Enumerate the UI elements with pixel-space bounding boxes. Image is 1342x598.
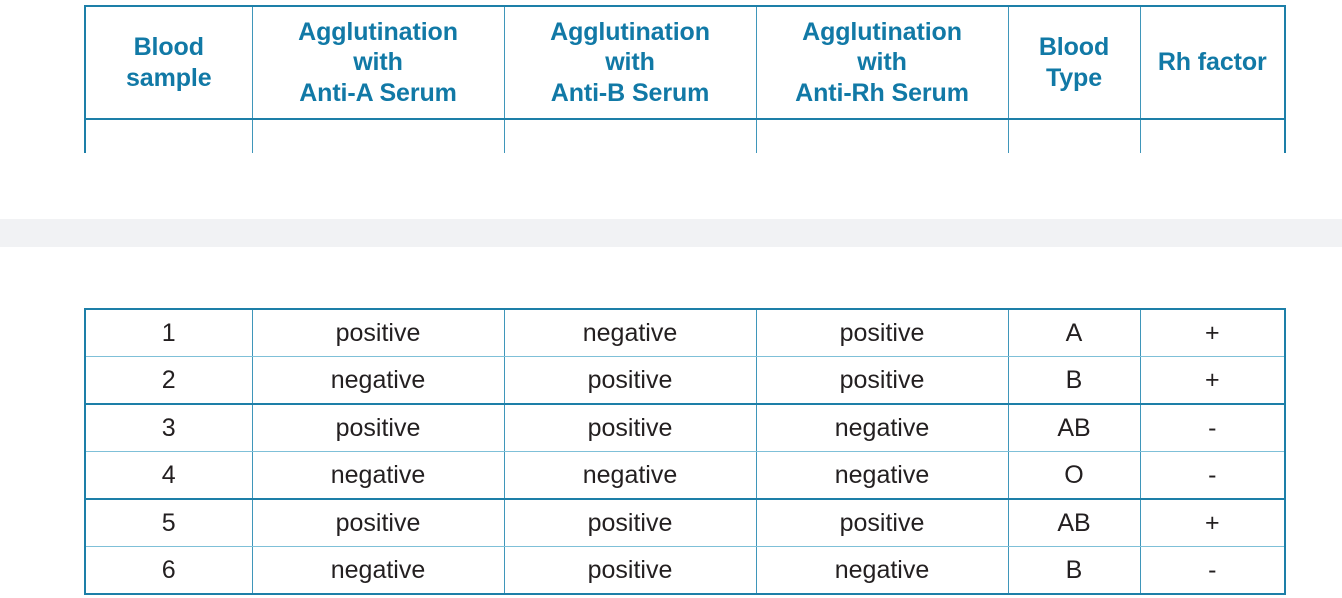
data-table-body: 1 positive negative positive A +2 negative posi… (84, 308, 1286, 595)
blank-cell-anti_a[interactable] (251, 119, 505, 153)
blank-cell-anti_b[interactable] (503, 119, 757, 153)
cell-rh: + (1139, 498, 1286, 547)
data-table-region: 1 positive negative positive A +2 negative posi… (0, 300, 1342, 598)
column-header-line: with (353, 48, 403, 77)
column-header-anti_a[interactable]: Agglutination with Anti-A Serum (251, 5, 505, 120)
cell-anti_a: negative (251, 356, 505, 405)
table-row[interactable]: 2 negative positive positive B + (84, 356, 1286, 405)
column-header-line: Agglutination (802, 17, 962, 46)
cell-rh: - (1139, 451, 1286, 500)
cell-anti_rh: negative (755, 451, 1009, 500)
cell-anti_b: positive (503, 403, 757, 452)
cell-type: A (1007, 308, 1141, 357)
column-header-line: Agglutination (550, 17, 710, 46)
blank-cell-rh[interactable] (1139, 119, 1286, 153)
column-header-rh[interactable]: Rh factor (1139, 5, 1286, 120)
cell-sample: 5 (84, 498, 253, 547)
cell-sample: 6 (84, 546, 253, 595)
cell-sample: 3 (84, 403, 253, 452)
column-header-sample[interactable]: Blood sample (84, 5, 253, 120)
cell-sample: 2 (84, 356, 253, 405)
column-header-line: Rh factor (1157, 48, 1267, 77)
cell-anti_rh: positive (755, 356, 1009, 405)
column-header-line: Blood (133, 33, 204, 61)
header-table-body (84, 119, 1286, 153)
cell-anti_b: negative (503, 451, 757, 500)
column-header-line: Type (1045, 63, 1103, 92)
column-header-line: Anti-B Serum (550, 78, 710, 107)
cell-anti_rh: positive (755, 498, 1009, 547)
cell-type: O (1007, 451, 1141, 500)
cell-anti_b: positive (503, 546, 757, 595)
cell-anti_b: negative (503, 308, 757, 357)
table-header: Blood sample Agglutination with Anti-A Serum… (84, 5, 1286, 120)
blank-cell-type[interactable] (1007, 119, 1141, 153)
blank-entry-row[interactable] (84, 119, 1286, 153)
table-row[interactable]: 6 negative positive negative B - (84, 546, 1286, 595)
cell-anti_a: positive (251, 403, 505, 452)
cell-type: B (1007, 356, 1141, 405)
column-header-anti_rh[interactable]: Agglutination with Anti-Rh Serum (755, 5, 1009, 120)
column-header-line: Anti-Rh Serum (795, 78, 969, 107)
column-header-line: Agglutination (298, 17, 458, 46)
blood-typing-results-table: 1 positive negative positive A +2 negative posi… (84, 308, 1286, 595)
cell-anti_a: negative (251, 546, 505, 595)
cell-rh: + (1139, 356, 1286, 405)
header-table-region: Blood sample Agglutination with Anti-A Serum… (0, 0, 1342, 153)
cell-anti_a: positive (251, 498, 505, 547)
table-row[interactable]: 4 negative negative negative O - (84, 451, 1286, 500)
cell-anti_rh: negative (755, 546, 1009, 595)
table-row[interactable]: 5 positive positive positive AB + (84, 498, 1286, 547)
blank-cell-anti_rh[interactable] (755, 119, 1009, 153)
table-row[interactable]: 3 positive positive negative AB - (84, 403, 1286, 452)
cell-anti_rh: negative (755, 403, 1009, 452)
cell-sample: 1 (84, 308, 253, 357)
blood-typing-header-table: Blood sample Agglutination with Anti-A Serum… (84, 5, 1286, 153)
cell-anti_a: positive (251, 308, 505, 357)
header-row: Blood sample Agglutination with Anti-A Serum… (84, 5, 1286, 120)
table-row[interactable]: 1 positive negative positive A + (84, 308, 1286, 357)
cell-anti_b: positive (503, 498, 757, 547)
cell-anti_rh: positive (755, 308, 1009, 357)
cell-rh: - (1139, 546, 1286, 595)
cell-type: AB (1007, 498, 1141, 547)
column-header-line: Anti-A Serum (299, 78, 457, 107)
cell-anti_a: negative (251, 451, 505, 500)
column-header-line: with (605, 48, 655, 77)
column-header-line: sample (125, 63, 212, 92)
cell-rh: + (1139, 308, 1286, 357)
cell-type: AB (1007, 403, 1141, 452)
cell-type: B (1007, 546, 1141, 595)
cell-rh: - (1139, 403, 1286, 452)
column-header-type[interactable]: Blood Type (1007, 5, 1141, 120)
blank-cell-sample[interactable] (84, 119, 253, 153)
column-header-anti_b[interactable]: Agglutination with Anti-B Serum (503, 5, 757, 120)
column-header-line: Blood (1038, 33, 1110, 61)
cell-sample: 4 (84, 451, 253, 500)
column-header-line: with (857, 48, 907, 77)
section-separator-band (0, 219, 1342, 247)
cell-anti_b: positive (503, 356, 757, 405)
